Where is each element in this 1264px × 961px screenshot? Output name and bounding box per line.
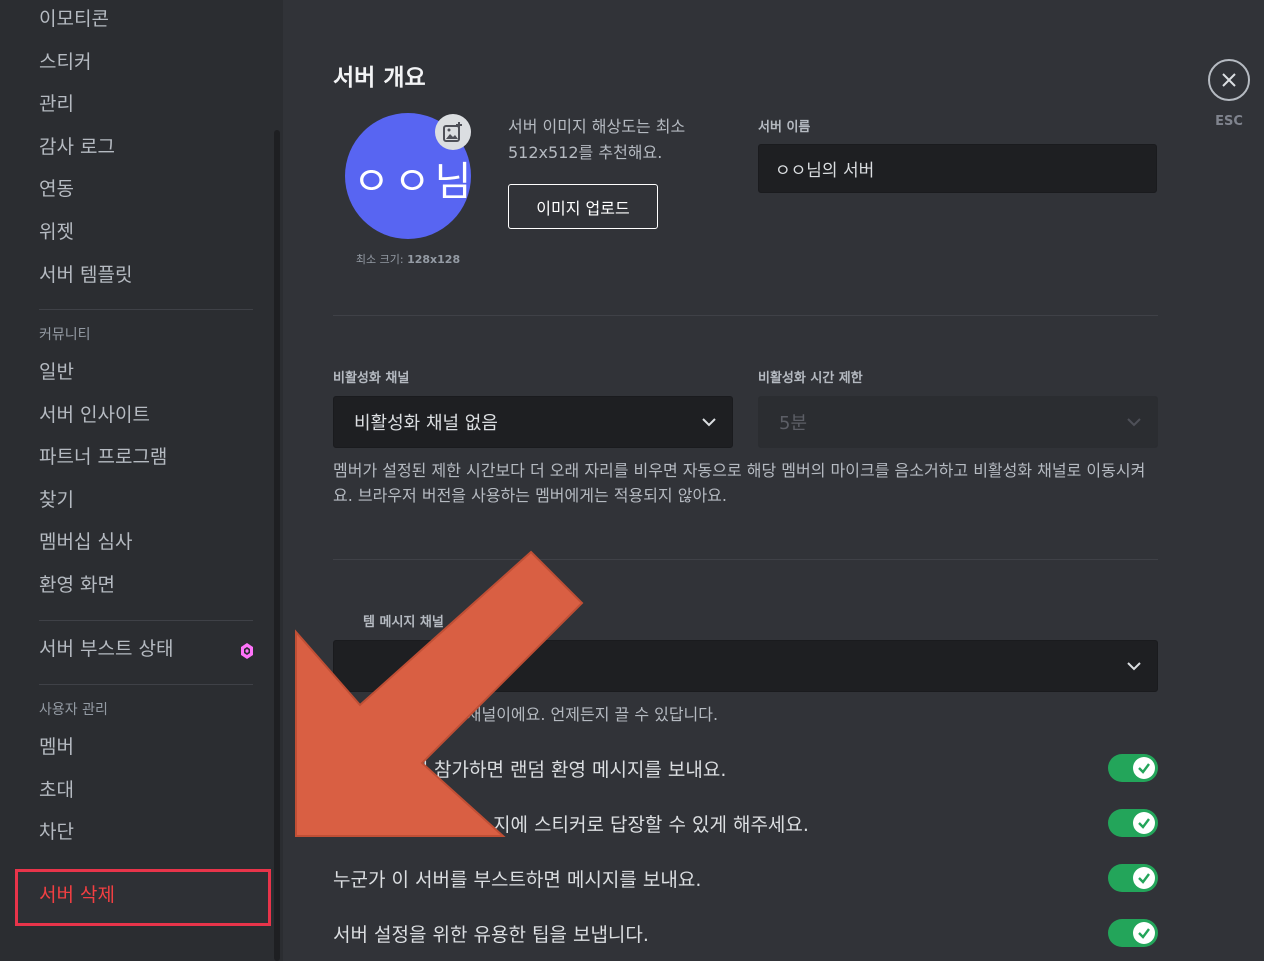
sidebar-item-delete-server[interactable]: 서버 삭제: [39, 884, 115, 906]
check-icon: [1133, 757, 1155, 779]
afk-timeout-select[interactable]: 5분: [758, 396, 1158, 448]
sidebar-header-community: 커뮤니티: [39, 327, 91, 343]
sidebar-item-welcome-screen[interactable]: 환영 화면: [39, 574, 115, 596]
min-size-value: 128x128: [407, 253, 461, 266]
server-name-value: ㅇㅇ님의 서버: [775, 161, 875, 181]
sidebar-item-partner-program[interactable]: 파트너 프로그램: [39, 446, 167, 468]
sidebar-item-widget[interactable]: 위젯: [39, 221, 74, 243]
system-channel-help: 지를 보내는 채널이에요. 언제든지 끌 수 있답니다.: [383, 705, 719, 724]
sidebar-item-membership-screening[interactable]: 멤버십 심사: [39, 531, 132, 553]
sidebar-item-invites[interactable]: 초대: [39, 779, 74, 801]
sidebar-divider: [39, 620, 253, 621]
section-divider: [333, 315, 1158, 316]
toggle-row-boost-message: 누군가 이 서버를 부스트하면 메시지를 보내요.: [333, 864, 1158, 892]
check-icon: [1133, 812, 1155, 834]
sidebar-divider: [39, 684, 253, 685]
toggle-label: 지에 스티커로 답장할 수 있게 해주세요.: [493, 813, 809, 836]
section-divider: [333, 559, 1158, 560]
setup-tips-toggle[interactable]: [1108, 919, 1158, 947]
sidebar-item-server-template[interactable]: 서버 템플릿: [39, 264, 132, 286]
chevron-down-icon: [1127, 662, 1141, 671]
image-resolution-hint: 서버 이미지 해상도는 최소 512x512를 추천해요.: [508, 117, 686, 162]
close-icon: [1222, 73, 1236, 87]
toggle-label: 누군가 이 서버를 부스트하면 메시지를 보내요.: [333, 868, 702, 891]
server-name-label: 서버 이름: [758, 120, 811, 135]
toggle-row-setup-tips: 서버 설정을 위한 유용한 팁을 보냅니다.: [333, 919, 1158, 947]
sidebar-item-members[interactable]: 멤버: [39, 736, 74, 758]
min-size-label: 최소 크기:: [355, 253, 408, 266]
afk-timeout-value: 5분: [779, 413, 808, 434]
sidebar-item-moderation[interactable]: 관리: [39, 93, 74, 115]
close-button[interactable]: [1208, 59, 1250, 101]
sidebar-scrollbar[interactable]: [274, 130, 280, 961]
toggle-label: 서버 설정을 위한 유용한 팁을 보냅니다.: [333, 923, 649, 946]
upload-image-button[interactable]: 이미지 업로드: [508, 184, 658, 229]
sidebar-header-user-management: 사용자 관리: [39, 702, 108, 718]
sidebar-divider: [39, 309, 253, 310]
system-channel-label: 템 메시지 채널: [363, 615, 444, 630]
boost-gem-icon: [241, 643, 253, 659]
sidebar-item-community-general[interactable]: 일반: [39, 361, 74, 383]
toggle-row-welcome: 버에 참가하면 랜덤 환영 메시지를 보내요.: [333, 754, 1158, 782]
system-channel-select[interactable]: 일반: [333, 640, 1158, 692]
server-avatar-initials: ㅇㅇ님: [353, 159, 471, 205]
add-image-icon[interactable]: [435, 114, 471, 150]
sidebar-item-integrations[interactable]: 연동: [39, 178, 74, 200]
esc-label: ESC: [1215, 114, 1243, 129]
sidebar-item-stickers[interactable]: 스티커: [39, 51, 91, 73]
settings-sidebar: 이모티콘 스티커 관리 감사 로그 연동 위젯 서버 템플릿 커뮤니티 일반 서…: [0, 0, 283, 961]
sidebar-item-emoji[interactable]: 이모티콘: [39, 8, 109, 30]
boost-message-toggle[interactable]: [1108, 864, 1158, 892]
sidebar-item-boost-status[interactable]: 서버 부스트 상태: [39, 638, 173, 660]
afk-timeout-label: 비활성화 시간 제한: [758, 371, 863, 386]
check-icon: [1133, 867, 1155, 889]
welcome-message-toggle[interactable]: [1108, 754, 1158, 782]
afk-channel-value: 비활성화 채널 없음: [354, 413, 498, 434]
sticker-reply-toggle[interactable]: [1108, 809, 1158, 837]
afk-channel-label: 비활성화 채널: [333, 371, 410, 386]
system-channel-value: 일반: [424, 657, 458, 678]
page-title: 서버 개요: [333, 65, 426, 91]
sidebar-item-audit-log[interactable]: 감사 로그: [39, 136, 115, 158]
afk-channel-select[interactable]: 비활성화 채널 없음: [333, 396, 733, 448]
toggle-row-sticker-reply: 지에 스티커로 답장할 수 있게 해주세요.: [333, 809, 1158, 837]
chevron-down-icon: [1127, 418, 1141, 427]
server-name-input[interactable]: ㅇㅇ님의 서버: [758, 144, 1157, 193]
toggle-label: 버에 참가하면 랜덤 환영 메시지를 보내요.: [393, 758, 727, 781]
afk-help-text: 멤버가 설정된 제한 시간보다 더 오래 자리를 비우면 자동으로 해당 멤버의…: [333, 461, 1146, 505]
chevron-down-icon: [702, 418, 716, 427]
sidebar-item-server-insights[interactable]: 서버 인사이트: [39, 404, 150, 426]
sidebar-item-discovery[interactable]: 찾기: [39, 489, 74, 511]
sidebar-item-bans[interactable]: 차단: [39, 821, 74, 843]
check-icon: [1133, 922, 1155, 944]
min-size-hint: 최소 크기: 128x128: [345, 251, 471, 267]
server-overview-panel: 서버 개요 ㅇㅇ님 최소 크기: 128x128 서버 이미지 해상도는 최소 …: [283, 0, 1264, 961]
